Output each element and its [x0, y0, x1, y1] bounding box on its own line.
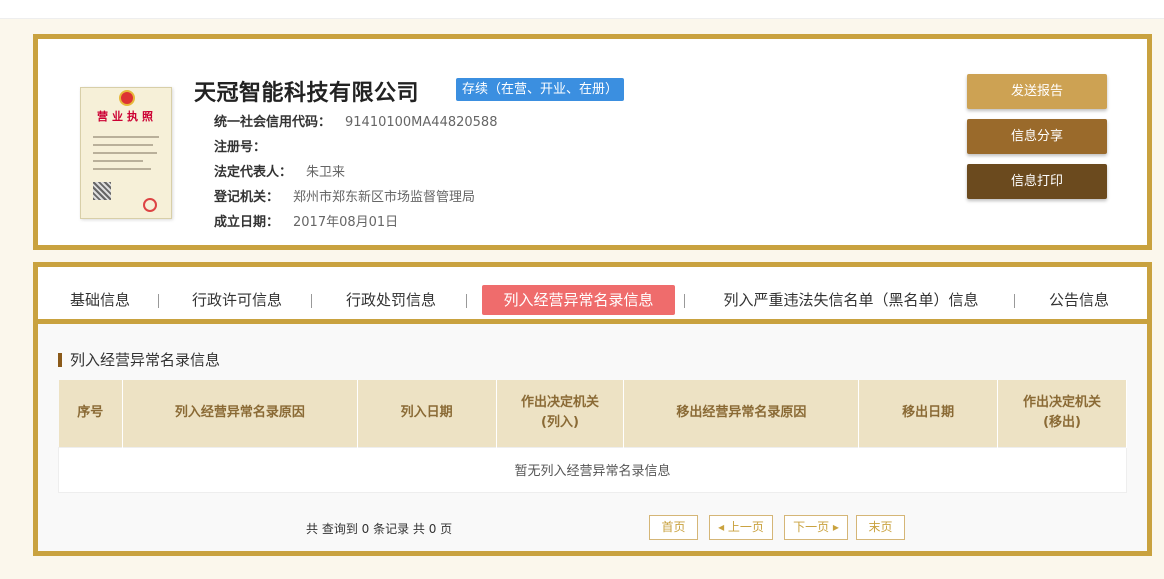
empty-message: 暂无列入经营异常名录信息	[58, 446, 1127, 493]
license-text-line	[93, 136, 159, 138]
founded-date-label: 成立日期：	[214, 215, 280, 230]
license-title: 营业执照	[97, 110, 157, 123]
status-badge: 存续（在营、开业、在册）	[456, 78, 625, 101]
tab-separator	[466, 294, 467, 308]
tab-separator	[684, 294, 685, 308]
founded-date-row: 成立日期： 2017年08月01日	[214, 211, 398, 230]
license-text-line	[93, 160, 143, 162]
national-emblem-icon	[119, 90, 135, 106]
reg-number-row: 注册号：	[214, 136, 280, 155]
print-info-button[interactable]: 信息打印	[967, 164, 1107, 199]
license-text-line	[93, 168, 151, 170]
prev-page-label: 上一页	[727, 520, 764, 534]
tab-admin-license[interactable]: 行政许可信息	[182, 285, 292, 315]
col-listing-reason: 列入经营异常名录原因	[122, 380, 358, 447]
col-index: 序号	[58, 380, 123, 447]
col-listing-authority: 作出决定机关 (列入)	[496, 380, 625, 447]
tab-separator	[1014, 294, 1015, 308]
tab-bar: 基础信息 行政许可信息 行政处罚信息 列入经营异常名录信息 列入严重违法失信名单…	[38, 267, 1147, 324]
send-report-button[interactable]: 发送报告	[967, 74, 1107, 109]
tab-basic-info[interactable]: 基础信息	[58, 285, 142, 315]
col-removal-authority: 作出决定机关 (移出)	[997, 380, 1127, 447]
chevron-left-icon: ◂	[718, 520, 728, 534]
top-bar	[0, 0, 1164, 19]
license-text-line	[93, 152, 157, 154]
license-text-line	[93, 144, 153, 146]
business-license-image: 营业执照	[80, 87, 172, 219]
tab-admin-penalty[interactable]: 行政处罚信息	[336, 285, 446, 315]
abnormal-list-table: 序号 列入经营异常名录原因 列入日期 作出决定机关 (列入) 移出经营异常名录原…	[58, 380, 1127, 493]
reg-number-label: 注册号：	[214, 140, 267, 155]
company-name: 天冠智能科技有限公司	[194, 81, 420, 106]
col-listing-date: 列入日期	[357, 380, 497, 447]
chevron-right-icon: ▸	[829, 520, 839, 534]
tab-announcements[interactable]: 公告信息	[1037, 285, 1121, 315]
section-title: 列入经营异常名录信息	[58, 353, 220, 368]
tab-separator	[158, 294, 159, 308]
legal-rep-label: 法定代表人：	[214, 165, 293, 180]
tab-separator	[311, 294, 312, 308]
authority-value: 郑州市郑东新区市场监督管理局	[293, 190, 476, 205]
tab-blacklist[interactable]: 列入严重违法失信名单（黑名单）信息	[706, 285, 996, 315]
authority-row: 登记机关： 郑州市郑东新区市场监督管理局	[214, 186, 475, 205]
last-page-button[interactable]: 末页	[856, 515, 905, 540]
col-removal-reason: 移出经营异常名录原因	[623, 380, 860, 447]
authority-label: 登记机关：	[214, 190, 280, 205]
next-page-button[interactable]: 下一页 ▸	[784, 515, 848, 540]
table-header-row: 序号 列入经营异常名录原因 列入日期 作出决定机关 (列入) 移出经营异常名录原…	[58, 380, 1127, 447]
legal-rep-row: 法定代表人： 朱卫来	[214, 161, 345, 180]
col-removal-date: 移出日期	[858, 380, 999, 447]
qr-code-icon	[93, 182, 111, 200]
prev-page-button[interactable]: ◂ 上一页	[709, 515, 773, 540]
first-page-button[interactable]: 首页	[649, 515, 698, 540]
credit-code-label: 统一社会信用代码：	[214, 115, 332, 130]
detail-card: 基础信息 行政许可信息 行政处罚信息 列入经营异常名录信息 列入严重违法失信名单…	[33, 262, 1152, 556]
record-count: 共 查询到 0 条记录 共 0 页	[306, 522, 453, 536]
company-card: 营业执照 天冠智能科技有限公司 存续（在营、开业、在册） 统一社会信用代码： 91…	[33, 34, 1152, 250]
share-info-button[interactable]: 信息分享	[967, 119, 1107, 154]
credit-code-row: 统一社会信用代码： 91410100MA44820588	[214, 111, 497, 130]
founded-date-value: 2017年08月01日	[293, 215, 399, 230]
table-row: 暂无列入经营异常名录信息	[58, 446, 1127, 493]
credit-code-value: 91410100MA44820588	[345, 115, 498, 130]
official-seal-icon	[143, 198, 157, 212]
tab-abnormal-operation[interactable]: 列入经营异常名录信息	[482, 285, 675, 315]
legal-rep-value: 朱卫来	[306, 165, 346, 180]
next-page-label: 下一页	[793, 520, 830, 534]
